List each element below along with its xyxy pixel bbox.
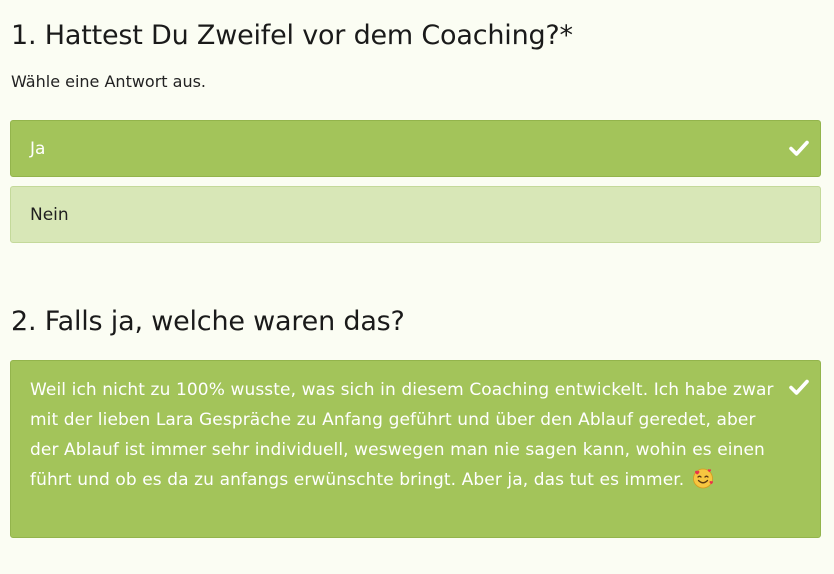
option-ja-label: Ja <box>30 139 46 159</box>
option-nein-label: Nein <box>30 205 69 225</box>
question-2-title: 2. Falls ja, welche waren das? <box>11 306 405 337</box>
answer-text: Weil ich nicht zu 100% wusste, was sich … <box>30 375 775 495</box>
option-ja[interactable]: Ja <box>10 120 821 177</box>
check-icon <box>789 379 809 395</box>
check-icon <box>789 140 809 156</box>
option-nein[interactable]: Nein <box>10 186 821 243</box>
smiling-face-with-hearts-icon <box>692 468 713 489</box>
question-1-title: 1. Hattest Du Zweifel vor dem Coaching?* <box>11 20 573 51</box>
question-1-hint: Wähle eine Antwort aus. <box>11 72 207 91</box>
answer-text-content: Weil ich nicht zu 100% wusste, was sich … <box>30 380 774 490</box>
answer-box[interactable]: Weil ich nicht zu 100% wusste, was sich … <box>10 360 821 538</box>
